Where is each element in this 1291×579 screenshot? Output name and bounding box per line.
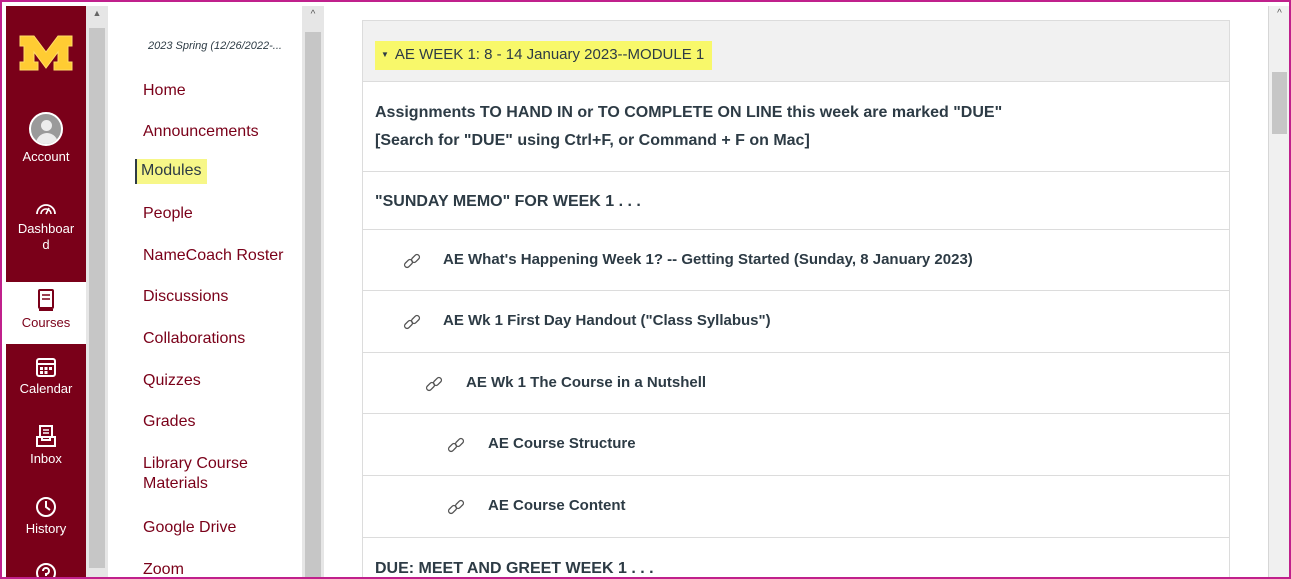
course-nav-home[interactable]: Home — [143, 81, 186, 100]
module-title[interactable]: ▼ AE WEEK 1: 8 - 14 January 2023--MODULE … — [375, 41, 713, 70]
course-nav-discussions[interactable]: Discussions — [143, 287, 228, 306]
module-header[interactable]: ▼ AE WEEK 1: 8 - 14 January 2023--MODULE … — [362, 20, 1230, 82]
course-term: 2023 Spring (12/26/2022-... — [148, 40, 282, 52]
course-nav-scrollbar[interactable]: ^ — [302, 6, 324, 577]
nav-history-label: History — [25, 521, 67, 536]
module-item-sunday-memo: "SUNDAY MEMO" FOR WEEK 1 . . . — [362, 172, 1230, 230]
link-icon — [425, 376, 443, 392]
course-nav-library-course-materials[interactable]: Library Course Materials — [143, 454, 248, 494]
nav-help[interactable] — [6, 562, 86, 577]
nav-courses-label: Courses — [21, 315, 71, 330]
due-header: DUE: MEET AND GREET WEEK 1 . . . — [375, 560, 654, 577]
courses-icon — [38, 289, 54, 311]
account-avatar-icon — [29, 112, 63, 146]
app-window: Account Dashboar d Courses Calendar Inbo… — [0, 0, 1291, 579]
module-item-course-content[interactable]: AE Course Content — [362, 476, 1230, 538]
dashboard-icon — [36, 204, 56, 215]
sunday-memo-header: "SUNDAY MEMO" FOR WEEK 1 . . . — [375, 193, 641, 210]
course-nav-zoom[interactable]: Zoom — [143, 560, 184, 577]
course-nav-google-drive[interactable]: Google Drive — [143, 518, 236, 537]
scrollbar-thumb[interactable] — [89, 28, 105, 568]
page-scrollbar[interactable]: ^ — [1268, 6, 1289, 577]
module-item-course-nutshell[interactable]: AE Wk 1 The Course in a Nutshell — [362, 353, 1230, 414]
link-icon — [403, 314, 421, 330]
nav-inbox-label: Inbox — [30, 451, 62, 466]
course-nav-collaborations[interactable]: Collaborations — [143, 329, 245, 348]
calendar-icon — [36, 358, 56, 377]
nav-dashboard[interactable]: Dashboar d — [6, 198, 86, 253]
history-icon — [36, 497, 56, 517]
module-item-whats-happening[interactable]: AE What's Happening Week 1? -- Getting S… — [362, 230, 1230, 291]
link-icon — [403, 253, 421, 269]
course-navigation: 2023 Spring (12/26/2022-... Home Announc… — [108, 6, 302, 577]
modules-content: ▼ AE WEEK 1: 8 - 14 January 2023--MODULE … — [362, 20, 1230, 577]
intro-text-line-1: Assignments TO HAND IN or TO COMPLETE ON… — [375, 104, 1003, 121]
nav-history[interactable]: History — [6, 496, 86, 537]
module-item-title[interactable]: AE Wk 1 The Course in a Nutshell — [466, 374, 706, 391]
course-nav-namecoach-roster[interactable]: NameCoach Roster — [143, 246, 284, 265]
nav-calendar[interactable]: Calendar — [6, 356, 86, 397]
module-item-course-structure[interactable]: AE Course Structure — [362, 414, 1230, 476]
global-navigation: Account Dashboar d Courses Calendar Inbo… — [6, 6, 86, 577]
module-item-intro: Assignments TO HAND IN or TO COMPLETE ON… — [362, 82, 1230, 172]
nav-account-label: Account — [22, 149, 70, 164]
link-icon — [447, 437, 465, 453]
module-item-due-meet-greet: DUE: MEET AND GREET WEEK 1 . . . — [362, 538, 1230, 577]
global-nav-scrollbar[interactable]: ▲ — [86, 6, 108, 577]
help-icon — [36, 563, 56, 577]
scrollbar-thumb[interactable] — [1272, 72, 1287, 134]
course-nav-modules[interactable]: Modules — [135, 159, 208, 184]
course-nav-grades[interactable]: Grades — [143, 412, 195, 431]
university-logo[interactable] — [18, 32, 74, 72]
nav-dashboard-label: Dashboar d — [17, 221, 75, 252]
nav-account[interactable]: Account — [6, 112, 86, 165]
scroll-up-icon[interactable]: ^ — [302, 6, 324, 24]
module-item-first-day-handout[interactable]: AE Wk 1 First Day Handout ("Class Syllab… — [362, 291, 1230, 353]
scrollbar-thumb[interactable] — [305, 32, 321, 577]
nav-inbox[interactable]: Inbox — [6, 424, 86, 467]
collapse-triangle-icon[interactable]: ▼ — [381, 50, 389, 59]
module-item-title[interactable]: AE Wk 1 First Day Handout ("Class Syllab… — [443, 312, 771, 329]
course-nav-people[interactable]: People — [143, 204, 193, 223]
scroll-up-icon[interactable]: ^ — [1269, 8, 1289, 19]
course-nav-announcements[interactable]: Announcements — [143, 122, 259, 141]
intro-text-line-2: [Search for "DUE" using Ctrl+F, or Comma… — [375, 132, 810, 149]
course-nav-quizzes[interactable]: Quizzes — [143, 371, 201, 390]
nav-courses[interactable]: Courses — [6, 282, 86, 344]
scroll-up-icon[interactable]: ▲ — [86, 6, 108, 20]
module-item-title[interactable]: AE Course Structure — [488, 435, 636, 452]
module-item-title[interactable]: AE What's Happening Week 1? -- Getting S… — [443, 251, 973, 268]
module-item-title[interactable]: AE Course Content — [488, 497, 626, 514]
inbox-icon — [36, 425, 56, 447]
link-icon — [447, 499, 465, 515]
nav-calendar-label: Calendar — [19, 381, 73, 396]
